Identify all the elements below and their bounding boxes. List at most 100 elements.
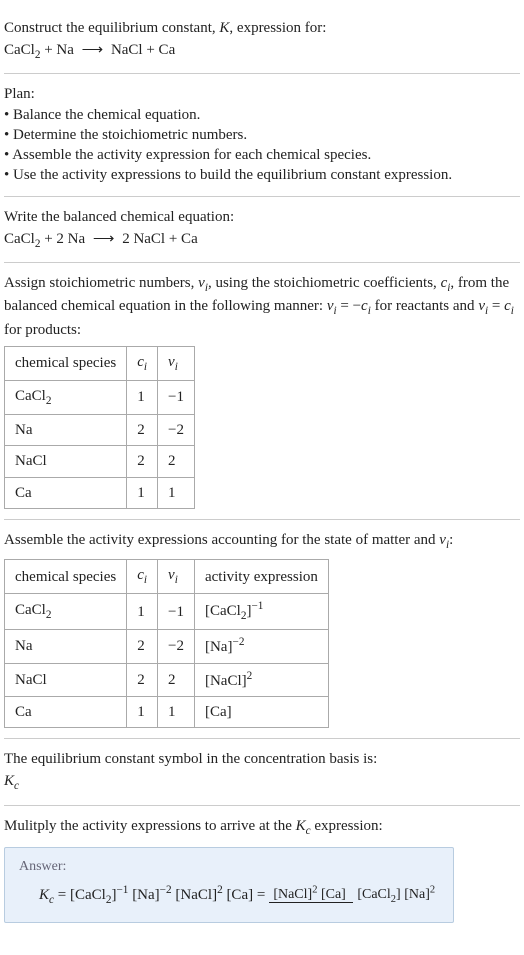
fraction-denominator: [CaCl2] [Na]2 (353, 887, 439, 902)
eq-lhs: CaCl (4, 42, 35, 58)
table-row: Ca 1 1 (5, 477, 195, 508)
table-row: Na 2 −2 (5, 415, 195, 446)
col-nu-sym: ν (168, 567, 175, 583)
table-row: Na 2 −2 [Na]−2 (5, 630, 329, 663)
kc-k: K (4, 773, 14, 789)
intro-k: K (219, 20, 229, 36)
intro-equation: CaCl2 + Na ⟶ NaCl + Ca (4, 40, 520, 63)
plan-item: Use the activity expressions to build th… (4, 165, 520, 185)
cell-species: NaCl (5, 446, 127, 477)
ans-k: K (39, 887, 49, 903)
col-species: chemical species (5, 560, 127, 594)
a-l: [Na (205, 639, 228, 655)
cell-c: 2 (127, 663, 158, 696)
col-c-sym: c (137, 354, 144, 370)
a-l: [NaCl (205, 673, 242, 689)
reaction-arrow-icon: ⟶ (93, 229, 115, 249)
act-nu: ν (439, 532, 446, 548)
den-a: [CaCl (357, 887, 390, 902)
a-r: ] (227, 704, 232, 720)
a-l: [CaCl (205, 603, 241, 619)
ans-t2: [Na] (128, 887, 159, 903)
cell-nu: 1 (158, 696, 195, 727)
sp: CaCl (15, 602, 46, 618)
kc-symbol-section: The equilibrium constant symbol in the c… (4, 739, 520, 805)
stoich-r: c (361, 298, 368, 314)
intro-section: Construct the equilibrium constant, K, e… (4, 8, 520, 74)
a-l: [Ca (205, 704, 227, 720)
stoich-t: , using the stoichiometric coefficients, (208, 275, 441, 291)
plan-section: Plan: Balance the chemical equation. Det… (4, 74, 520, 196)
reaction-arrow-icon: ⟶ (82, 40, 104, 60)
col-c-sym: c (137, 567, 144, 583)
bal-lhs1: CaCl (4, 231, 35, 247)
intro-line1: Construct the equilibrium constant, K, e… (4, 18, 520, 38)
stoich-sub: i (511, 305, 514, 317)
plan-heading: Plan: (4, 84, 520, 104)
plan-item: Assemble the activity expression for eac… (4, 145, 520, 165)
kc-symbol-text: The equilibrium constant symbol in the c… (4, 749, 520, 769)
a-exp: 2 (247, 670, 253, 682)
intro-text: Construct the equilibrium constant, (4, 20, 219, 36)
cell-activity: [CaCl2]−1 (194, 594, 328, 630)
cell-nu: −2 (158, 630, 195, 663)
bal-lhs2: + 2 Na (40, 231, 88, 247)
stoich-t: Assign stoichiometric numbers, (4, 275, 198, 291)
cell-species: Ca (5, 477, 127, 508)
num-b: [Ca] (317, 887, 345, 902)
activity-table: chemical species ci νi activity expressi… (4, 559, 329, 728)
fraction-numerator: [NaCl]2 [Ca] (269, 887, 353, 903)
a-exp: −2 (232, 636, 244, 648)
ans-t4: [Ca] = (223, 887, 266, 903)
plan-item: Determine the stoichiometric numbers. (4, 125, 520, 145)
answer-label: Answer: (19, 858, 439, 877)
answer-lhs: Kc = [CaCl2]−1 [Na]−2 [NaCl]2 [Ca] = (39, 883, 265, 908)
kc-symbol: Kc (4, 771, 520, 794)
stoich-section: Assign stoichiometric numbers, ν i , using… (4, 263, 520, 520)
cell-c: 1 (127, 696, 158, 727)
col-sub: i (175, 574, 178, 586)
cell-species: Ca (5, 696, 127, 727)
intro-text2: , expression for: (229, 20, 326, 36)
multiply-text: Mulitply the activity expressions to arr… (4, 816, 520, 839)
table-row: NaCl 2 2 [NaCl]2 (5, 663, 329, 696)
cell-nu: 2 (158, 446, 195, 477)
cell-c: 1 (127, 380, 158, 414)
table-header-row: chemical species ci νi activity expressi… (5, 560, 329, 594)
cell-activity: [Na]−2 (194, 630, 328, 663)
table-row: CaCl2 1 −1 (5, 380, 195, 414)
mul-k: K (296, 818, 306, 834)
answer-expression: Kc = [CaCl2]−1 [Na]−2 [NaCl]2 [Ca] = [Na… (19, 883, 439, 908)
col-sub: i (175, 361, 178, 373)
ans-t1e: −1 (116, 884, 128, 896)
ans-eq: = (54, 887, 70, 903)
cell-c: 2 (127, 630, 158, 663)
stoich-r: ν (478, 298, 485, 314)
col-c: ci (127, 346, 158, 380)
mul-t: Mulitply the activity expressions to arr… (4, 818, 296, 834)
balanced-section: Write the balanced chemical equation: Ca… (4, 197, 520, 263)
col-c: ci (127, 560, 158, 594)
cell-nu: 2 (158, 663, 195, 696)
plan-list: Balance the chemical equation. Determine… (4, 105, 520, 186)
ans-t1: [CaCl (70, 887, 106, 903)
cell-c: 2 (127, 415, 158, 446)
cell-species: Na (5, 415, 127, 446)
bal-rhs: 2 NaCl + Ca (118, 231, 197, 247)
cell-c: 1 (127, 594, 158, 630)
den-ae: 2 (430, 884, 435, 895)
answer-box: Answer: Kc = [CaCl2]−1 [Na]−2 [NaCl]2 [C… (4, 847, 454, 923)
num-a: [NaCl] (273, 887, 312, 902)
table-row: Ca 1 1 [Ca] (5, 696, 329, 727)
activity-text: Assemble the activity expressions accoun… (4, 530, 520, 553)
answer-section: Mulitply the activity expressions to arr… (4, 806, 520, 933)
col-activity: activity expression (194, 560, 328, 594)
stoich-r: = − (337, 298, 361, 314)
sp-sub: 2 (46, 609, 52, 621)
plan-item: Balance the chemical equation. (4, 105, 520, 125)
table-row: NaCl 2 2 (5, 446, 195, 477)
stoich-nu: ν (198, 275, 205, 291)
cell-species: NaCl (5, 663, 127, 696)
cell-nu: −2 (158, 415, 195, 446)
den-ar: ] [Na] (396, 887, 430, 902)
